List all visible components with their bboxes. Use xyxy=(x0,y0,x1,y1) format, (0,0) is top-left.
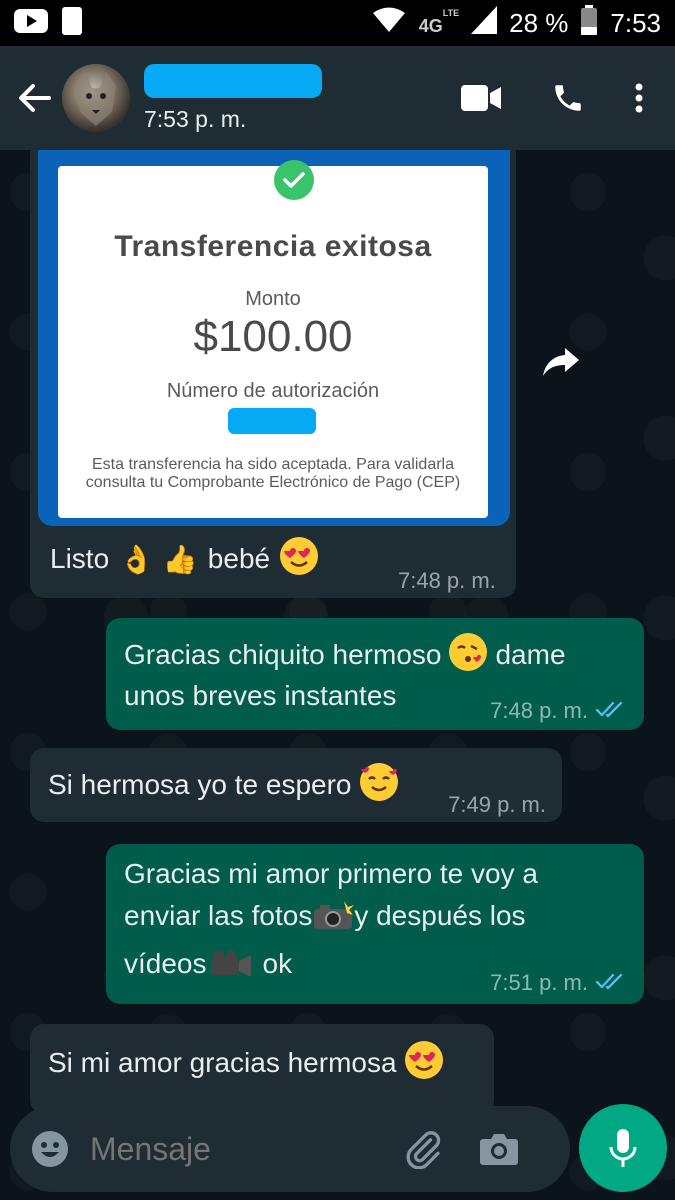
video-call-button[interactable] xyxy=(461,85,501,111)
video-camera-emoji-icon xyxy=(209,949,253,979)
smiling-hearts-emoji-icon xyxy=(359,763,398,801)
message-text: enviar las fotos xyxy=(124,900,313,931)
message-text: y después los xyxy=(354,900,526,931)
message-text: Si mi amor gracias hermosa xyxy=(48,1047,397,1078)
message-emojis: 👌 👍 xyxy=(119,542,198,576)
message-text: Gracias chiquito hermoso xyxy=(124,639,442,670)
share-icon xyxy=(543,348,579,376)
wifi-icon xyxy=(371,6,407,41)
voice-call-button[interactable] xyxy=(551,81,585,115)
chat-header: 7:53 p. m. xyxy=(0,46,675,150)
signal-icon xyxy=(471,5,498,41)
attach-button[interactable] xyxy=(400,1126,446,1172)
avatar[interactable] xyxy=(62,64,130,132)
message-time: 7:49 p. m. xyxy=(448,792,546,817)
contact-name-redacted xyxy=(144,63,322,98)
message-text: Listo xyxy=(50,543,110,574)
voice-message-button[interactable] xyxy=(579,1104,667,1192)
message-meta: 7:48 p. m. xyxy=(490,698,628,725)
message-caption: Listo 👌 👍 bebé xyxy=(50,537,319,578)
message-text: Si hermosa yo te espero xyxy=(48,769,352,800)
message-time: 7:51 p. m. xyxy=(490,970,588,995)
message-meta: 7:51 p. m. xyxy=(490,970,628,997)
phone-icon xyxy=(555,85,581,111)
network-type: 4GLTE xyxy=(418,7,460,36)
kiss-emoji-icon xyxy=(449,633,488,671)
receipt-amount-label: Monto xyxy=(245,288,301,310)
back-button[interactable] xyxy=(6,68,62,128)
receipt-auth-number-redacted xyxy=(228,408,316,434)
heart-eyes-emoji-icon xyxy=(404,1041,443,1079)
message-composer xyxy=(10,1106,570,1192)
heart-eyes-emoji-icon xyxy=(280,537,319,575)
message-outgoing[interactable]: Gracias mi amor primero te voy a enviar … xyxy=(106,844,644,1004)
message-text: ok xyxy=(262,948,293,979)
youtube-icon xyxy=(14,8,48,38)
camera-flash-emoji-icon xyxy=(312,901,355,931)
contact-info[interactable]: 7:53 p. m. xyxy=(144,63,322,133)
message-incoming[interactable]: Si hermosa yo te espero 7:49 p. m. xyxy=(30,748,562,822)
more-icon xyxy=(635,83,643,113)
emoji-icon xyxy=(32,1131,68,1167)
emoji-button[interactable] xyxy=(30,1129,70,1169)
mic-icon xyxy=(609,1129,637,1167)
moon-icon xyxy=(62,6,82,40)
read-ticks-icon xyxy=(595,699,628,725)
message-text: vídeos xyxy=(124,948,207,979)
receipt-auth-label: Número de autorización xyxy=(166,380,380,402)
receipt-card: Transferencia exitosa Monto $100.00 Núme… xyxy=(58,160,488,518)
message-text: unos breves instantes xyxy=(124,680,397,711)
receipt-amount: $100.00 xyxy=(193,312,353,361)
message-time: 7:48 p. m. xyxy=(398,568,496,593)
chat-area[interactable]: Transferencia exitosa Monto $100.00 Núme… xyxy=(0,140,675,1200)
clock: 7:53 xyxy=(610,7,661,38)
message-time: 7:48 p. m. xyxy=(490,698,588,723)
message-text: Gracias mi amor primero te voy a xyxy=(124,858,538,889)
message-outgoing[interactable]: Gracias chiquito hermoso dame unos breve… xyxy=(106,618,644,730)
receipt-note: Esta transferencia ha sido aceptada. Par… xyxy=(85,456,461,491)
battery-icon xyxy=(580,4,598,42)
message-incoming[interactable]: Si mi amor gracias hermosa xyxy=(30,1024,494,1114)
check-icon xyxy=(274,160,314,200)
receipt-title: Transferencia exitosa xyxy=(114,230,432,263)
camera-icon xyxy=(480,1134,518,1165)
video-call-icon xyxy=(461,85,501,111)
share-button[interactable] xyxy=(534,340,588,384)
back-arrow-icon xyxy=(19,84,51,112)
status-bar: 4GLTE 28 % 7:53 xyxy=(0,0,675,46)
message-input[interactable] xyxy=(90,1130,390,1168)
message-text-2: bebé xyxy=(207,543,271,574)
battery-percent: 28 % xyxy=(509,7,569,38)
attach-icon xyxy=(406,1131,441,1169)
camera-button[interactable] xyxy=(476,1126,522,1172)
more-options-button[interactable] xyxy=(635,83,643,113)
last-seen: 7:53 p. m. xyxy=(144,105,247,132)
read-ticks-icon xyxy=(595,971,628,997)
receipt-image[interactable]: Transferencia exitosa Monto $100.00 Núme… xyxy=(38,150,510,526)
message-text: dame xyxy=(495,639,566,670)
